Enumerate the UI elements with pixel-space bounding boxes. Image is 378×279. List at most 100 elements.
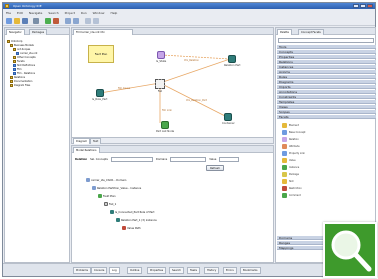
tree-item[interactable]: Relations: [10, 76, 25, 79]
tab-properties[interactable]: Properties: [147, 267, 167, 274]
tree-item[interactable]: Ftm - Relations: [13, 72, 35, 75]
settings-icon[interactable]: [93, 18, 99, 24]
tab-bookmarks[interactable]: Bookmarks: [240, 267, 261, 274]
close-button[interactable]: [367, 4, 373, 8]
tree-item[interactable]: Documentation: [10, 80, 32, 83]
relation-tree-item[interactable]: carrier_ide_Ctx01 - Domain: [86, 178, 126, 182]
minimize-button[interactable]: [353, 4, 359, 8]
diagram-node[interactable]: Container: [222, 113, 235, 125]
palette-group[interactable]: Facets: [277, 115, 376, 119]
new-icon[interactable]: [6, 18, 12, 24]
tab-errors[interactable]: Errors: [223, 267, 237, 274]
palette-group[interactable]: Constraints: [277, 95, 376, 99]
palette-group[interactable]: Templates: [277, 100, 376, 104]
tree-item[interactable]: OntoCorp: [7, 40, 22, 43]
palette-group[interactable]: Annotations: [277, 90, 376, 94]
palette-item[interactable]: Value: [282, 158, 296, 163]
tab-palette[interactable]: Palette: [277, 29, 292, 35]
palette-group[interactable]: Concepts: [277, 50, 376, 54]
tree-item[interactable]: Ftm: [13, 68, 22, 71]
palette-group[interactable]: Tools: [277, 45, 376, 49]
open-folder-icon[interactable]: [14, 18, 20, 24]
tab-tasks[interactable]: Tasks: [187, 267, 200, 274]
tab-concept-facets[interactable]: Concept Facets: [298, 29, 324, 35]
tab-outline[interactable]: Outline: [127, 267, 143, 274]
tab-packages[interactable]: Packages: [29, 29, 48, 35]
folder-icon: [10, 84, 13, 87]
relation-tree-item[interactable]: Fail_1: [104, 202, 116, 206]
tab-navigator[interactable]: Navigator: [6, 29, 25, 35]
diagram-node[interactable]: Part List Node: [156, 121, 174, 133]
palette-group[interactable]: Relations: [277, 60, 376, 64]
node-icon: [157, 51, 166, 59]
relation-tree-item[interactable]: Is_Connected_Part Role of Part: [110, 210, 154, 214]
palette-search-input[interactable]: [278, 38, 374, 43]
diagram-node[interactable]: Is_Role_Part: [92, 89, 107, 101]
run-icon[interactable]: [45, 18, 51, 24]
palette-item[interactable]: Property Link: [282, 151, 305, 156]
tree-item[interactable]: Diagram Files: [10, 84, 30, 87]
palette-item[interactable]: Comment: [282, 193, 301, 198]
palette-item[interactable]: Instance: [282, 165, 299, 170]
value-field[interactable]: [219, 157, 240, 162]
properties-tabs: Model Relations: [72, 146, 273, 153]
domains-field[interactable]: [170, 157, 207, 162]
tree-item[interactable]: Slot Definitions: [13, 64, 35, 67]
relation-tree-item[interactable]: Relation Partition_Value - Instance: [92, 186, 141, 190]
tree-item[interactable]: Other Concepts: [13, 56, 36, 59]
file-icon: [13, 72, 16, 75]
tree-item[interactable]: Business Models: [10, 44, 34, 47]
navigator-pane: Navigator Packages OntoCorp Business Mod…: [4, 27, 70, 263]
diagram-node[interactable]: Fault Plan: [88, 45, 114, 63]
relation-icon: [282, 137, 287, 142]
tab-text[interactable]: Text: [90, 138, 102, 144]
palette-item[interactable]: Base Concept: [282, 130, 305, 135]
palette-item[interactable]: Attribute: [282, 144, 300, 149]
palette-group[interactable]: Properties: [277, 55, 376, 59]
tab-console[interactable]: Console: [91, 267, 108, 274]
relation-tree-item[interactable]: Relation Part_1 (3) instance: [116, 218, 157, 222]
forward-icon[interactable]: [73, 18, 79, 24]
save-icon[interactable]: [22, 18, 28, 24]
tab-search[interactable]: Search: [169, 267, 184, 274]
palette-group[interactable]: Diagrams: [277, 80, 376, 84]
tab-log[interactable]: Log: [109, 267, 120, 274]
palette-group[interactable]: Imports: [277, 85, 376, 89]
palette-item[interactable]: Element: [282, 123, 299, 128]
app-icon: [5, 4, 9, 8]
tab-problems[interactable]: Problems: [73, 267, 91, 274]
debug-icon[interactable]: [53, 18, 59, 24]
relation-tree-item[interactable]: Value Path: [122, 226, 141, 230]
diagram-node[interactable]: Fail: [155, 79, 165, 93]
concepts-field[interactable]: [110, 157, 153, 162]
print-icon[interactable]: [33, 18, 39, 24]
palette-item[interactable]: Relation: [282, 137, 299, 142]
diagram-canvas[interactable]: Fault Plan Is_State Relation Part Fail I…: [72, 35, 273, 138]
palette-group[interactable]: Instances: [277, 65, 376, 69]
palette-group[interactable]: Views: [277, 105, 376, 109]
palette-item[interactable]: Package: [282, 172, 299, 177]
palette-group[interactable]: Axioms: [277, 70, 376, 74]
node-icon: [86, 178, 90, 182]
node-icon: [95, 89, 104, 97]
palette-group[interactable]: Rules: [277, 75, 376, 79]
tree-item-selected[interactable]: carrier_ide.ont: [16, 52, 37, 55]
tab-history[interactable]: History: [204, 267, 220, 274]
tab-model-relations[interactable]: Model Relations: [73, 147, 100, 153]
tree-item[interactable]: Facets: [13, 60, 25, 63]
refresh-button[interactable]: Refresh: [206, 165, 224, 171]
palette-item[interactable]: Restriction: [282, 186, 302, 191]
diagram-node[interactable]: Relation Part: [224, 55, 241, 67]
diagram-node[interactable]: Is_State: [156, 51, 166, 63]
folder-icon: [10, 44, 13, 47]
relation-label: Relation: [75, 158, 88, 161]
palette-item[interactable]: Slot: [282, 179, 294, 184]
zoom-badge[interactable]: [323, 222, 377, 278]
search-icon[interactable]: [85, 18, 91, 24]
tree-item[interactable]: ont-Scopes: [13, 48, 30, 51]
tab-diagram[interactable]: Diagram: [73, 138, 91, 144]
maximize-button[interactable]: [360, 4, 366, 8]
back-icon[interactable]: [65, 18, 71, 24]
palette-group[interactable]: Scopes: [277, 110, 376, 114]
relation-tree-item[interactable]: Fault Plan: [98, 194, 116, 198]
